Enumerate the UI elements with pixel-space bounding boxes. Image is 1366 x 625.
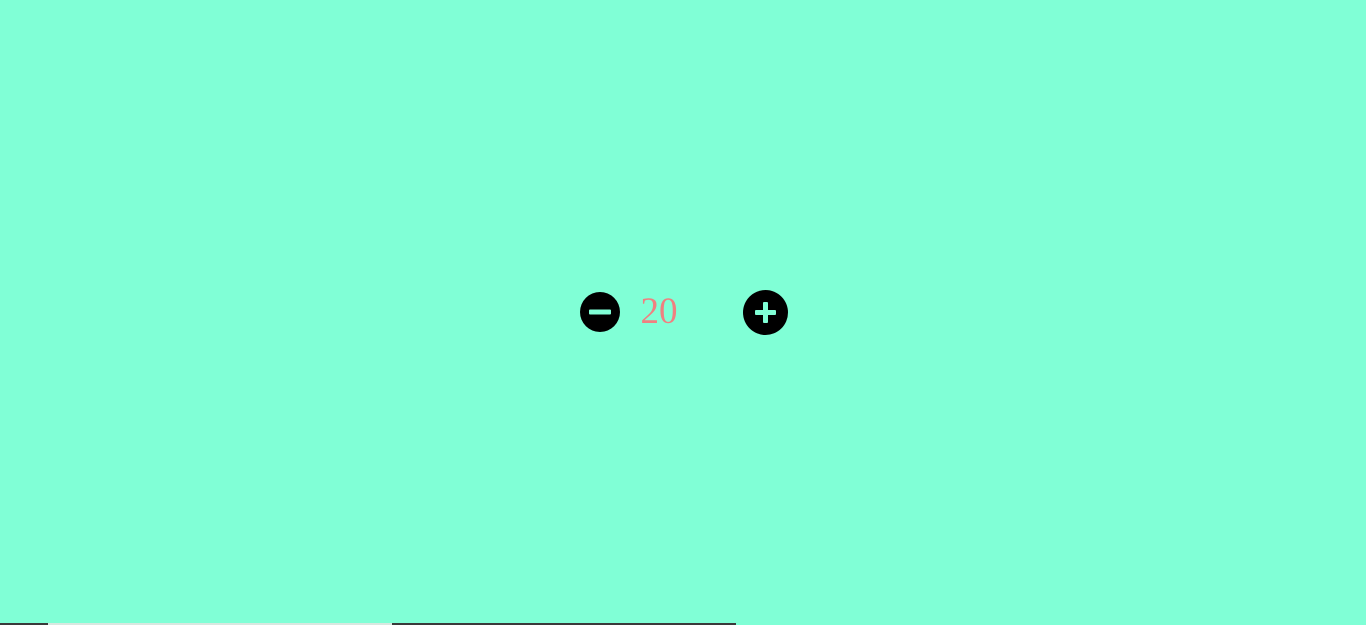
counter-value: 20 (640, 291, 678, 332)
increment-button[interactable] (743, 289, 788, 335)
page: 20 (0, 0, 1366, 625)
decrement-button[interactable] (580, 292, 620, 332)
counter-widget: 20 (580, 289, 788, 335)
plus-circle-icon (743, 290, 788, 335)
minus-circle-icon (580, 292, 620, 332)
